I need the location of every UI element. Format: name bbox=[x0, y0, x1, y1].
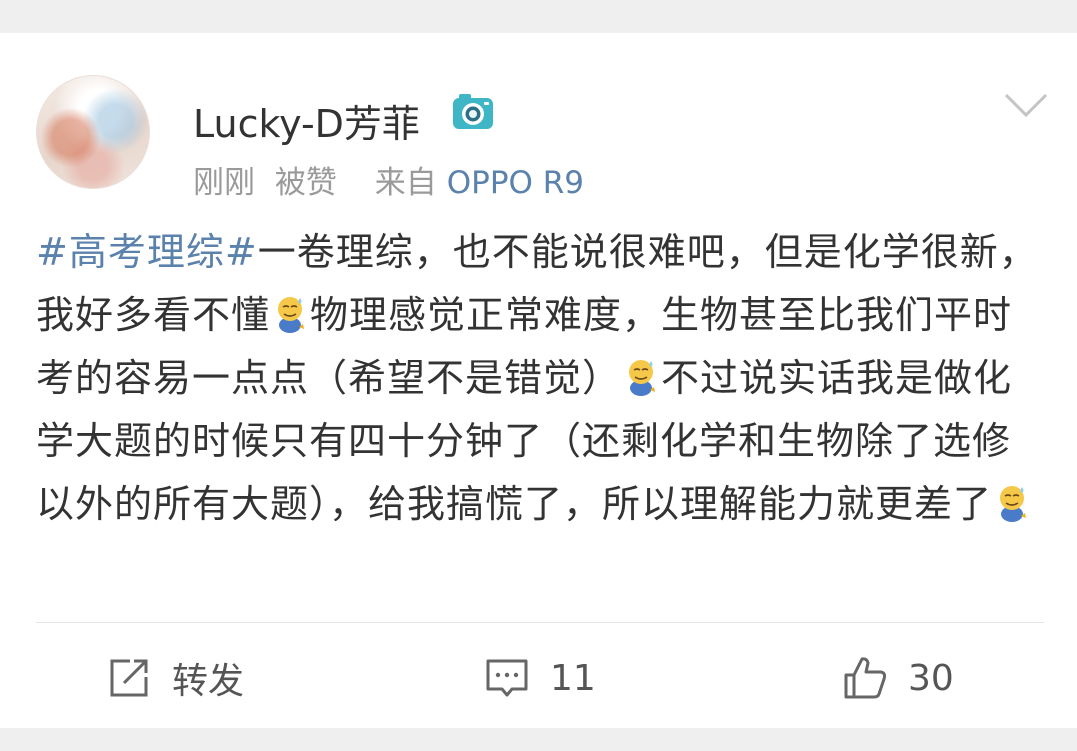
sweat-smile-emoji-icon bbox=[278, 297, 305, 333]
divider bbox=[36, 622, 1044, 623]
liked-label: 被赞 bbox=[274, 165, 337, 201]
sweat-smile-emoji-icon bbox=[1000, 486, 1027, 522]
repost-label: 转发 bbox=[172, 661, 245, 702]
username[interactable]: Lucky-D芳菲 bbox=[193, 93, 420, 148]
camera-icon bbox=[453, 94, 493, 129]
like-button[interactable]: 30 bbox=[842, 653, 954, 703]
comment-count: 11 bbox=[550, 657, 596, 699]
like-count: 30 bbox=[908, 657, 954, 699]
source-prefix: 来自 bbox=[374, 165, 437, 201]
comment-button[interactable]: 11 bbox=[484, 653, 596, 703]
source-device[interactable]: OPPO R9 bbox=[447, 165, 584, 201]
post-meta: 刚刚 被赞 来自 OPPO R9 bbox=[193, 157, 594, 202]
weibo-post-card: Lucky-D芳菲 刚刚 被赞 来自 OPPO R9 #高考理综#一卷理综，也不能… bbox=[0, 33, 1077, 728]
avatar[interactable] bbox=[36, 75, 150, 189]
post-time: 刚刚 bbox=[193, 165, 255, 201]
repost-icon bbox=[110, 659, 148, 697]
repost-button[interactable]: 转发 bbox=[106, 653, 244, 703]
post-text: #高考理综#一卷理综，也不能说很难吧，但是化学很新，我好多看不懂 物理感觉正常难度… bbox=[36, 221, 1046, 536]
topic-link[interactable]: #高考理综# bbox=[36, 230, 258, 274]
sweat-smile-emoji-icon bbox=[629, 360, 656, 396]
chevron-down-icon[interactable] bbox=[1003, 91, 1049, 119]
comment-icon bbox=[486, 659, 528, 697]
thumbs-up-icon bbox=[844, 657, 887, 699]
